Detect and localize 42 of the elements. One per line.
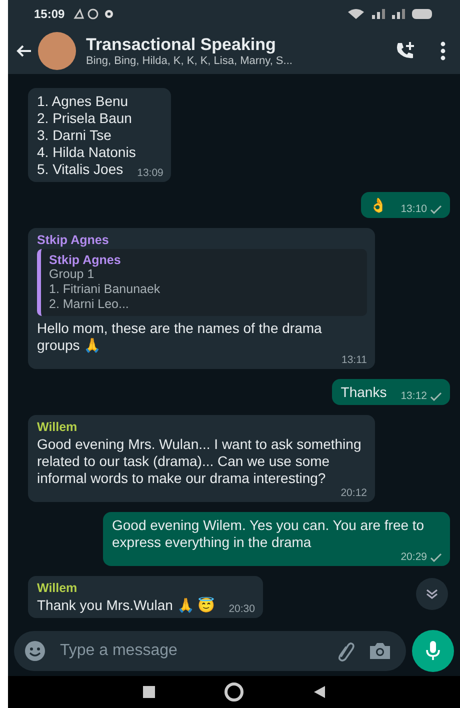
message-time: 13:12	[400, 390, 427, 402]
recent-apps-icon[interactable]	[142, 685, 156, 699]
quoted-text: 2. Marni Leo...	[49, 297, 130, 312]
message-text: 1. Agnes Benu	[37, 93, 130, 110]
sender-name: Willem	[37, 420, 78, 434]
message-text: 3. Darni Tse	[37, 127, 112, 144]
quoted-sender: Stkip Agnes	[49, 253, 122, 267]
message-time: 20:30	[228, 603, 255, 615]
message-input[interactable]: Type a message	[58, 641, 322, 661]
camera-icon[interactable]	[368, 641, 392, 661]
scroll-down-button[interactable]	[416, 578, 448, 610]
message-text: 2. Prisela Baun	[37, 110, 133, 127]
message-text: 👌	[370, 197, 387, 214]
quoted-text: Group 1	[49, 267, 96, 282]
home-icon[interactable]	[224, 682, 244, 702]
microphone-button[interactable]	[412, 630, 454, 672]
message-text: Hello mom, these are the names of the drama groups 🙏	[37, 320, 323, 354]
quoted-message[interactable]: Stkip Agnes Group 1 1. Fitriani Banunaek 2. Marni Leo...	[37, 249, 367, 316]
chevron-icon	[425, 588, 439, 600]
message-text: Thanks	[340, 384, 387, 401]
message-text: 4. Hilda Natonis	[37, 144, 137, 161]
chat-title[interactable]: Transactional Speaking	[86, 35, 370, 55]
sender-name: Willem	[37, 581, 78, 595]
sender-name: Stkip Agnes	[37, 233, 110, 247]
group-members: Bing, Bing, Hilda, K, K, K, Lisa, Marny, S...	[86, 55, 294, 67]
message-text: Good evening Wilem. Yes you can. You are free to express everything in the drama	[112, 517, 426, 551]
message-text: 5. Vitalis Joes	[37, 161, 124, 178]
menu-icon[interactable]	[440, 41, 446, 61]
message-time: 20:12	[340, 487, 367, 499]
emoji-icon[interactable]	[24, 640, 46, 662]
back-icon[interactable]	[312, 685, 326, 699]
status-time: 15:09	[34, 7, 65, 21]
message-input-field[interactable]: Type a message	[14, 631, 406, 671]
message-time: 20:29	[400, 551, 427, 563]
quoted-text: 1. Fitriani Banunaek	[49, 282, 162, 297]
message-text: Good evening Mrs. Wulan... I want to ask something related to our task (drama)... Can we use some informal words to make our drama interesting?	[37, 436, 362, 487]
group-avatar[interactable]	[38, 32, 76, 70]
message-time: 13:09	[137, 167, 164, 179]
message-time: 13:11	[342, 354, 367, 366]
message-text: Thank you Mrs.Wulan 🙏 😇	[37, 597, 215, 614]
message-time: 13:10	[400, 203, 427, 215]
microphone-icon	[425, 640, 441, 662]
